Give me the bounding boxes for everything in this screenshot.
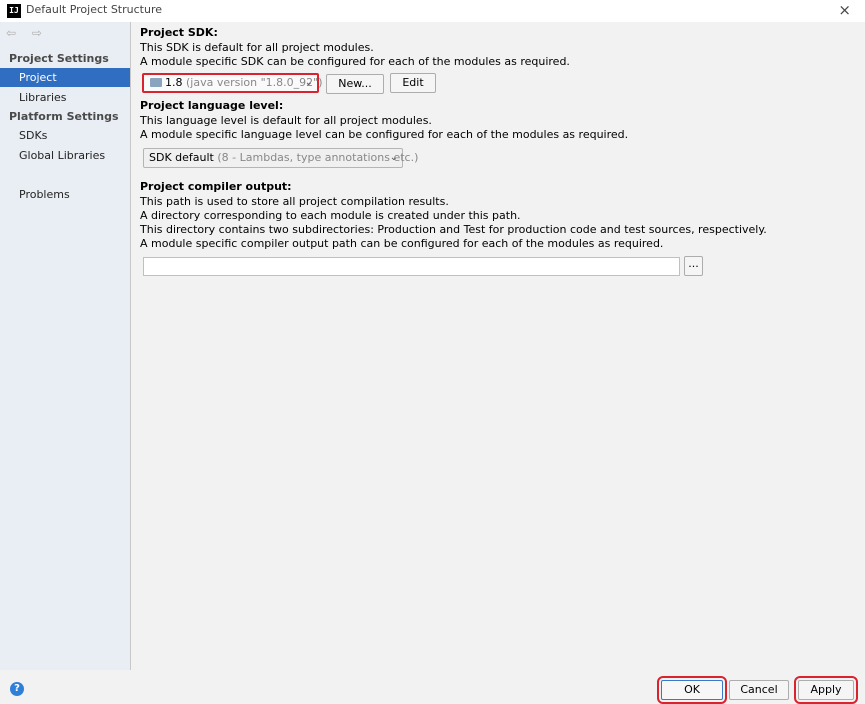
project-sdk-dropdown[interactable]: 1.8 (java version "1.8.0_92") ⌄: [142, 73, 323, 93]
compiler-output-description-line: This path is used to store all project c…: [140, 195, 449, 208]
new-sdk-button[interactable]: New...: [326, 74, 384, 94]
chevron-down-icon: ⌄: [389, 152, 398, 163]
cancel-button[interactable]: Cancel: [729, 680, 789, 700]
compiler-output-path-input[interactable]: [143, 257, 680, 276]
title-bar: IJ Default Project Structure ×: [0, 0, 865, 22]
sdk-description-line: A module specific SDK can be configured …: [140, 55, 570, 68]
language-level-heading: Project language level:: [140, 99, 284, 112]
sdk-version: 1.8: [165, 76, 183, 89]
sidebar-item-sdks[interactable]: SDKs: [0, 126, 130, 145]
project-sdk-heading: Project SDK:: [140, 26, 218, 39]
help-icon[interactable]: ?: [10, 682, 24, 696]
back-forward-icons[interactable]: ⇦ ⇨: [6, 26, 48, 40]
project-settings-heading: Project Settings: [9, 52, 109, 65]
compiler-output-description-line: This directory contains two subdirectori…: [140, 223, 767, 236]
sdk-description-line: This SDK is default for all project modu…: [140, 41, 374, 54]
close-icon[interactable]: ×: [838, 1, 851, 19]
edit-sdk-button[interactable]: Edit: [390, 73, 436, 93]
sidebar-item-libraries[interactable]: Libraries: [0, 88, 130, 107]
sidebar-item-problems[interactable]: Problems: [0, 185, 130, 204]
compiler-output-description-line: A directory corresponding to each module…: [140, 209, 521, 222]
ok-button[interactable]: OK: [657, 676, 727, 704]
compiler-output-description-line: A module specific compiler output path c…: [140, 237, 664, 250]
language-level-dropdown[interactable]: SDK default (8 - Lambdas, type annotatio…: [143, 148, 418, 168]
language-level-value: SDK default: [149, 151, 214, 164]
browse-button[interactable]: ...: [684, 256, 703, 276]
language-level-detail: (8 - Lambdas, type annotations etc.): [217, 151, 419, 164]
sidebar: ⇦ ⇨ Project Settings Project Libraries P…: [0, 22, 131, 670]
platform-settings-heading: Platform Settings: [9, 110, 119, 123]
compiler-output-heading: Project compiler output:: [140, 180, 292, 193]
language-level-description-line: A module specific language level can be …: [140, 128, 629, 141]
chevron-down-icon: ⌄: [304, 77, 313, 88]
folder-icon: [150, 77, 162, 87]
intellij-app-icon: IJ: [7, 4, 21, 18]
sdk-version-detail: (java version "1.8.0_92"): [186, 76, 323, 89]
sidebar-item-global-libraries[interactable]: Global Libraries: [0, 146, 130, 165]
apply-button[interactable]: Apply: [794, 676, 858, 704]
window-title: Default Project Structure: [26, 3, 162, 16]
language-level-description-line: This language level is default for all p…: [140, 114, 432, 127]
sidebar-item-project[interactable]: Project: [0, 68, 130, 87]
